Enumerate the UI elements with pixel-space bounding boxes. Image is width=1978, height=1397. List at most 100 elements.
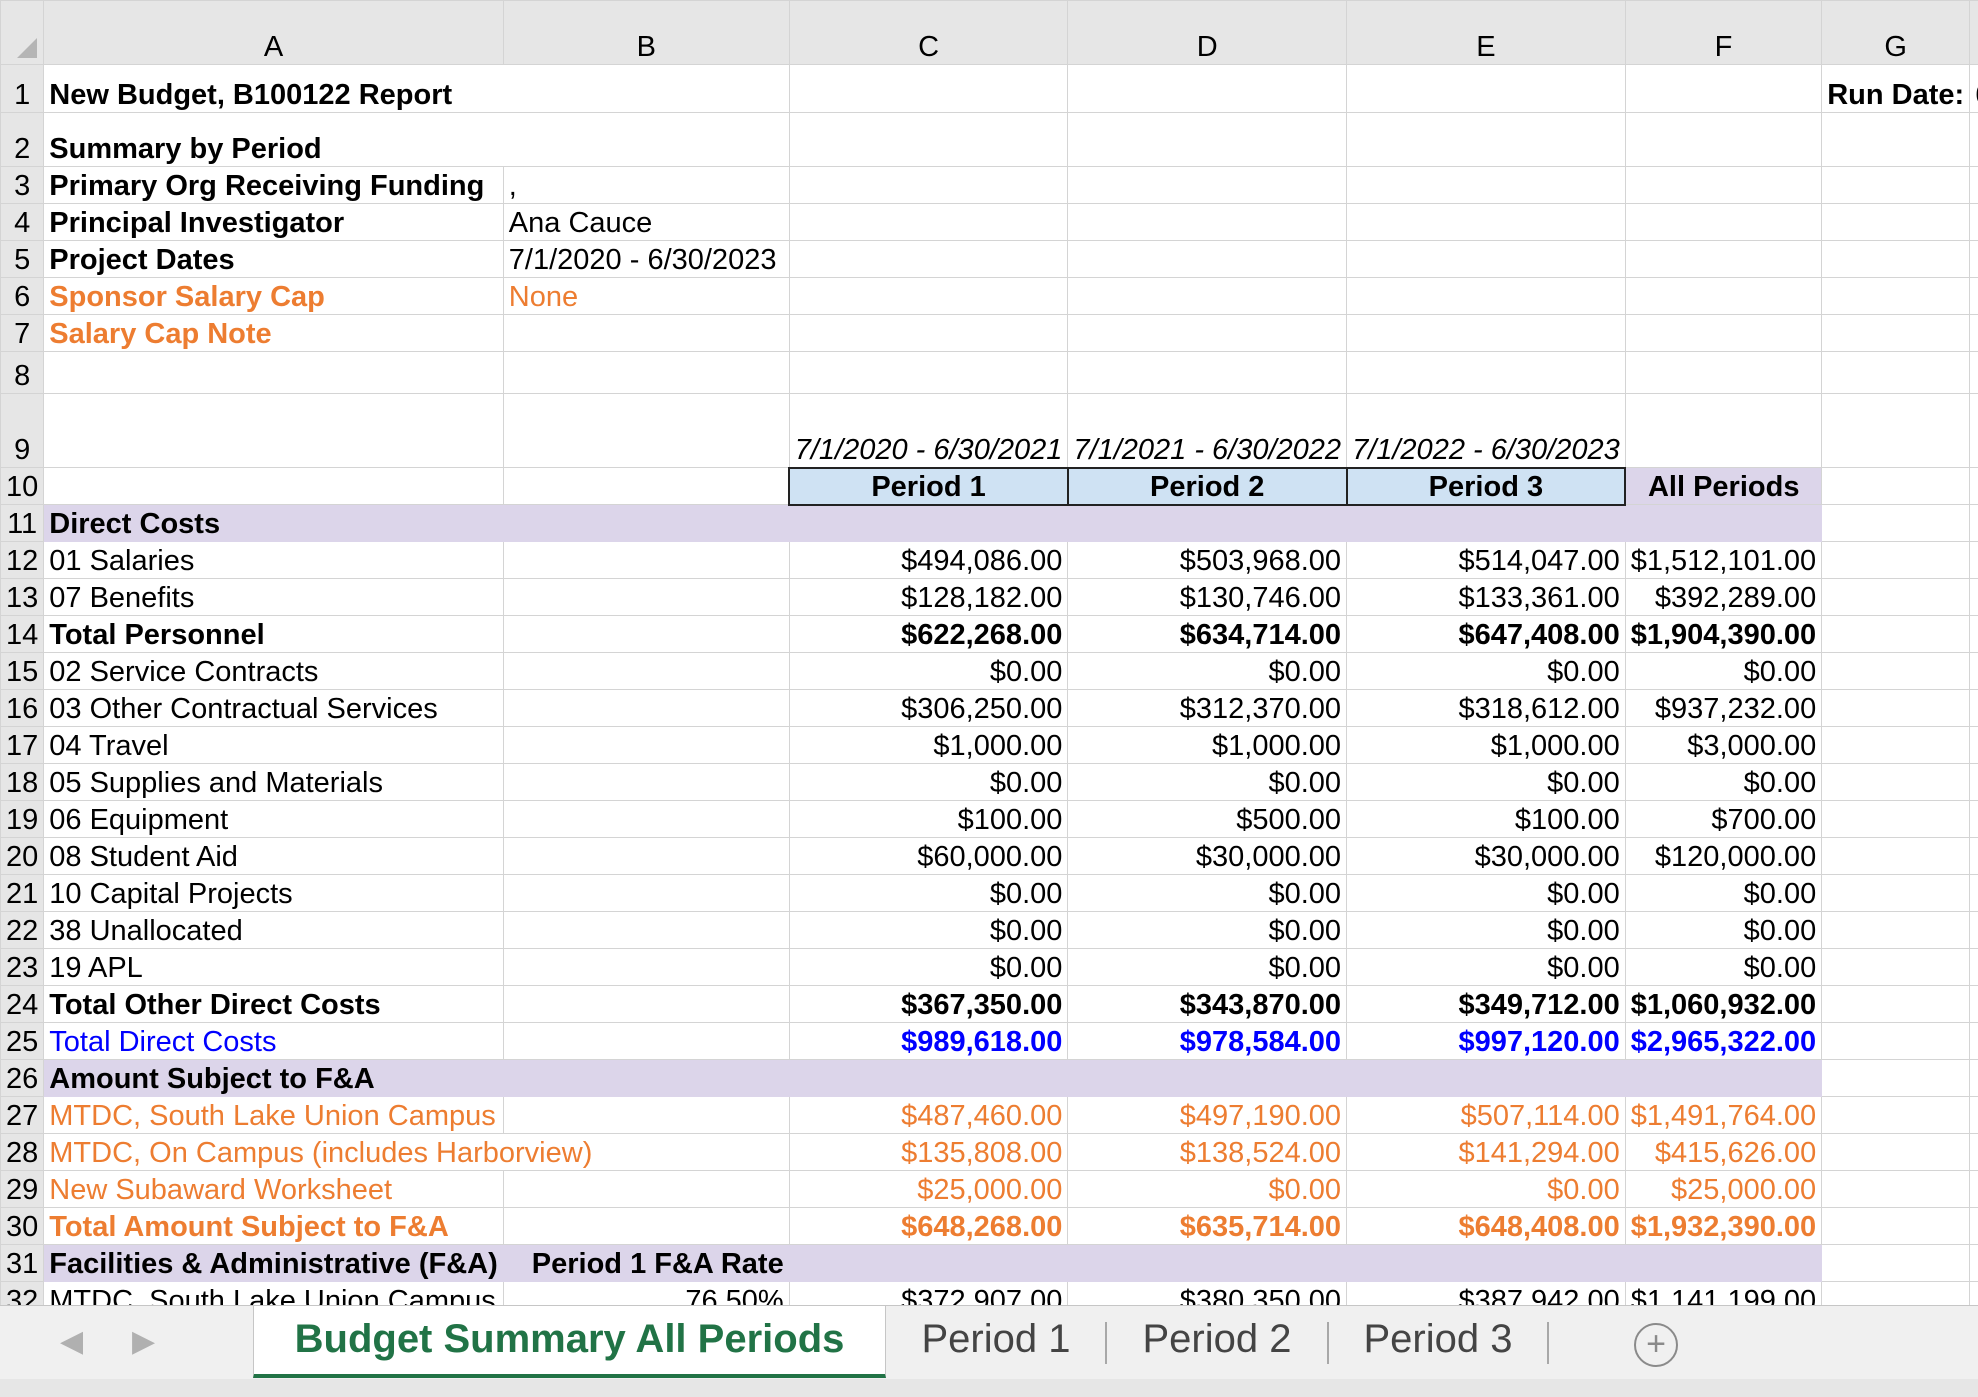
scroll-tabs-left-icon[interactable]: ◀ bbox=[60, 1324, 83, 1359]
select-all-corner[interactable] bbox=[0, 0, 45, 65]
cell[interactable] bbox=[1969, 314, 1978, 352]
section-header[interactable]: Facilities & Administrative (F&A) bbox=[43, 1244, 504, 1282]
cell[interactable] bbox=[1067, 314, 1348, 352]
cell[interactable] bbox=[502, 351, 790, 394]
cell[interactable] bbox=[502, 985, 790, 1023]
cell[interactable] bbox=[502, 393, 790, 468]
amount-cell[interactable]: $60,000.00 bbox=[788, 837, 1069, 875]
row-header[interactable]: 13 bbox=[0, 578, 45, 616]
amount-cell[interactable]: $387,942.00 bbox=[1346, 1281, 1626, 1305]
period-header[interactable]: Period 1 bbox=[788, 466, 1069, 506]
row-header[interactable]: 32 bbox=[0, 1281, 45, 1305]
cell[interactable] bbox=[1969, 393, 1978, 468]
cell[interactable] bbox=[1346, 166, 1626, 204]
cell[interactable] bbox=[1821, 1207, 1971, 1245]
total-cell[interactable]: $634,714.00 bbox=[1067, 615, 1348, 653]
scroll-tabs-right-icon[interactable]: ▶ bbox=[132, 1324, 155, 1359]
cell[interactable] bbox=[502, 615, 790, 653]
cell[interactable] bbox=[502, 1207, 790, 1245]
cell[interactable] bbox=[1969, 351, 1978, 394]
tab-period-3[interactable]: Period 3 bbox=[1330, 1306, 1546, 1378]
cell[interactable] bbox=[788, 314, 1069, 352]
cell[interactable] bbox=[502, 1096, 790, 1134]
amount-cell[interactable]: $130,746.00 bbox=[1067, 578, 1348, 616]
amount-cell[interactable]: $0.00 bbox=[1346, 652, 1626, 690]
cell[interactable] bbox=[1969, 615, 1978, 653]
amount-cell[interactable]: $0.00 bbox=[788, 948, 1069, 986]
cell[interactable] bbox=[502, 1059, 790, 1097]
amount-cell[interactable]: $0.00 bbox=[1624, 652, 1823, 690]
cell[interactable] bbox=[1624, 504, 1823, 542]
cell[interactable] bbox=[1821, 874, 1971, 912]
fa-base-cell[interactable]: $141,294.00 bbox=[1346, 1133, 1626, 1171]
total-direct-cell[interactable]: $989,618.00 bbox=[788, 1022, 1069, 1060]
line-item-label[interactable]: 06 Equipment bbox=[43, 800, 504, 838]
cell[interactable] bbox=[1969, 1022, 1978, 1060]
cell[interactable] bbox=[1624, 112, 1823, 167]
amount-cell[interactable]: $0.00 bbox=[1346, 948, 1626, 986]
cell[interactable] bbox=[1346, 64, 1626, 113]
amount-cell[interactable]: $392,289.00 bbox=[1624, 578, 1823, 616]
col-header-h[interactable]: H bbox=[1969, 0, 1978, 65]
cell[interactable] bbox=[1969, 911, 1978, 949]
cell[interactable] bbox=[1821, 1096, 1971, 1134]
cell[interactable] bbox=[502, 578, 790, 616]
cell[interactable] bbox=[1067, 64, 1348, 113]
cell[interactable] bbox=[502, 837, 790, 875]
amount-cell[interactable]: $128,182.00 bbox=[788, 578, 1069, 616]
col-header-f[interactable]: F bbox=[1624, 0, 1823, 65]
amount-cell[interactable]: $380,350.00 bbox=[1067, 1281, 1348, 1305]
cell[interactable] bbox=[1821, 911, 1971, 949]
amount-cell[interactable]: $30,000.00 bbox=[1067, 837, 1348, 875]
row-header[interactable]: 21 bbox=[0, 874, 45, 912]
fa-base-label[interactable]: MTDC, South Lake Union Campus bbox=[43, 1096, 504, 1134]
cell[interactable] bbox=[1969, 763, 1978, 801]
cell[interactable] bbox=[43, 351, 504, 394]
tab-period-1[interactable]: Period 1 bbox=[888, 1306, 1104, 1378]
cell[interactable] bbox=[1821, 314, 1971, 352]
amount-cell[interactable]: $100.00 bbox=[1346, 800, 1626, 838]
cell[interactable] bbox=[1067, 166, 1348, 204]
info-label[interactable]: Sponsor Salary Cap bbox=[43, 277, 504, 315]
cell[interactable] bbox=[788, 203, 1069, 241]
cell[interactable] bbox=[1821, 652, 1971, 690]
cell[interactable] bbox=[1624, 240, 1823, 278]
row-header[interactable]: 26 bbox=[0, 1059, 45, 1097]
line-item-label[interactable]: 02 Service Contracts bbox=[43, 652, 504, 690]
cell[interactable] bbox=[1969, 948, 1978, 986]
col-header-e[interactable]: E bbox=[1346, 0, 1626, 65]
cell[interactable] bbox=[1969, 726, 1978, 764]
fa-total-cell[interactable]: $648,268.00 bbox=[788, 1207, 1069, 1245]
cell[interactable] bbox=[1067, 112, 1348, 167]
cell[interactable] bbox=[788, 277, 1069, 315]
cell[interactable] bbox=[1067, 240, 1348, 278]
amount-cell[interactable]: $100.00 bbox=[788, 800, 1069, 838]
cell[interactable] bbox=[1969, 541, 1978, 579]
cell[interactable] bbox=[1821, 689, 1971, 727]
cell[interactable] bbox=[1346, 351, 1626, 394]
info-label[interactable]: Project Dates bbox=[43, 240, 504, 278]
fa-base-cell[interactable]: $507,114.00 bbox=[1346, 1096, 1626, 1134]
cell[interactable] bbox=[502, 800, 790, 838]
cell[interactable] bbox=[1821, 504, 1971, 542]
all-periods-header[interactable]: All Periods bbox=[1624, 467, 1823, 505]
cell-table[interactable]: A B C D E F G H 1 New Budget, B100122 Re… bbox=[0, 0, 1978, 1305]
total-label[interactable]: Total Personnel bbox=[43, 615, 504, 653]
amount-cell[interactable]: $1,141,199.00 bbox=[1624, 1281, 1823, 1305]
spreadsheet-grid[interactable]: A B C D E F G H 1 New Budget, B100122 Re… bbox=[0, 0, 1978, 1305]
row-header[interactable]: 25 bbox=[0, 1022, 45, 1060]
row-header[interactable]: 7 bbox=[0, 314, 45, 352]
line-item-label[interactable]: 05 Supplies and Materials bbox=[43, 763, 504, 801]
line-item-label[interactable]: MTDC, South Lake Union Campus bbox=[43, 1281, 504, 1305]
fa-base-cell[interactable]: $487,460.00 bbox=[788, 1096, 1069, 1134]
cell[interactable] bbox=[502, 1170, 790, 1208]
total-cell[interactable]: $622,268.00 bbox=[788, 615, 1069, 653]
cell[interactable] bbox=[1821, 1170, 1971, 1208]
line-item-label[interactable]: 10 Capital Projects bbox=[43, 874, 504, 912]
col-header-b[interactable]: B bbox=[502, 0, 790, 65]
cell[interactable] bbox=[1821, 393, 1971, 468]
cell[interactable] bbox=[1969, 1281, 1978, 1305]
amount-cell[interactable]: $700.00 bbox=[1624, 800, 1823, 838]
amount-cell[interactable]: $1,000.00 bbox=[1346, 726, 1626, 764]
total-label[interactable]: Total Other Direct Costs bbox=[43, 985, 504, 1023]
